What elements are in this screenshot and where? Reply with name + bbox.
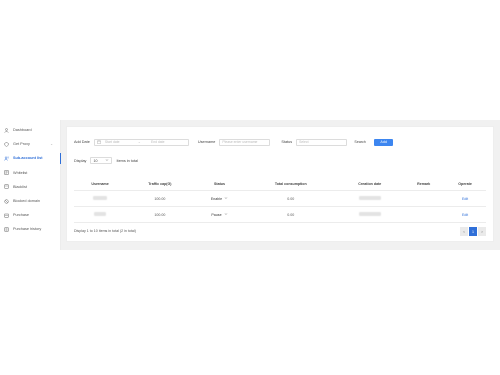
filter-bar: Add Date Start date → End date Username …	[74, 137, 394, 147]
remark-cell	[403, 190, 445, 207]
sub-account-table: Username Traffic cap(G) Status Total con…	[74, 178, 486, 223]
sidebar-item-label: Whitelist	[13, 170, 28, 175]
cart-icon	[4, 213, 9, 218]
total-consumption-cell: 0.00	[245, 190, 337, 207]
sidebar-item-label: Sub-account list	[13, 156, 43, 161]
chevron-down-icon	[224, 196, 228, 201]
status-select[interactable]: Select	[296, 138, 348, 146]
sidebar-item-whitelist[interactable]: Whitelist	[0, 166, 60, 180]
calendar-icon	[97, 139, 105, 145]
status-dropdown[interactable]: Pause	[211, 212, 227, 217]
page-button-1[interactable]: 1	[469, 227, 477, 236]
username-placeholder: Please enter username	[222, 140, 258, 144]
history-icon	[4, 227, 9, 232]
user-icon	[4, 127, 9, 133]
end-date-input[interactable]: End date	[151, 140, 165, 144]
sidebar-item-label: Get Proxy	[13, 142, 30, 147]
sidebar-item-purchase[interactable]: Purchase	[0, 208, 60, 222]
status-placeholder: Select	[299, 140, 309, 144]
chevron-down-icon	[105, 158, 109, 163]
redacted-date	[358, 196, 381, 200]
sidebar-item-label: Purchase history	[13, 227, 42, 232]
col-status: Status	[193, 178, 246, 191]
items-total-label: Items in total	[116, 158, 138, 163]
chevron-down-icon	[224, 212, 228, 217]
users-icon	[4, 156, 9, 161]
traffic-cap-cell: 100.00	[126, 190, 194, 207]
sidebar-item-label: Dashboard	[13, 128, 32, 133]
col-total-consumption: Total consumption	[245, 178, 337, 191]
status-value: Enable	[210, 196, 223, 201]
col-username: Username	[74, 178, 127, 191]
creation-date-cell	[336, 190, 404, 207]
content-panel: Add Date Start date → End date Username …	[66, 126, 494, 242]
display-label: Display	[74, 158, 87, 163]
page-size-row: Display 10 Items in total	[74, 157, 138, 164]
search-button[interactable]: Search	[351, 138, 369, 147]
username-label: Username	[197, 140, 216, 144]
pagination: < 1 >	[460, 227, 486, 236]
sidebar-item-purchase-history[interactable]: Purchase history	[0, 222, 60, 236]
sidebar-item-label: Blocked domain	[13, 199, 41, 204]
date-range-picker[interactable]: Start date → End date	[93, 138, 189, 146]
traffic-cap-cell: 100.00	[126, 206, 194, 223]
status-cell[interactable]: Enable	[193, 190, 246, 207]
sidebar-item-label: Blacklist	[13, 184, 27, 189]
col-operate: Operate	[444, 178, 486, 191]
list-icon	[4, 170, 9, 175]
status-value: Pause	[211, 212, 222, 217]
page-size-value: 10	[93, 158, 98, 163]
status-dropdown[interactable]: Enable	[211, 196, 228, 201]
pagination-info: Display 1 to 10 items in total (2 in tot…	[74, 229, 136, 233]
sidebar-item-get-proxy[interactable]: Get Proxy ⌄	[0, 137, 60, 151]
main-content: Add Date Start date → End date Username …	[61, 120, 500, 250]
add-button[interactable]: Add	[374, 138, 394, 146]
creation-date-cell	[336, 206, 404, 223]
redacted-date	[358, 212, 381, 216]
next-page-button[interactable]: >	[478, 227, 486, 236]
col-remark: Remark	[403, 178, 445, 191]
sidebar-item-label: Purchase	[13, 213, 30, 218]
status-cell[interactable]: Pause	[193, 206, 246, 223]
date-separator: →	[137, 140, 141, 144]
total-consumption-cell: 0.00	[245, 206, 337, 223]
username-input[interactable]: Please enter username	[219, 138, 271, 146]
chevron-down-icon: ⌄	[50, 142, 53, 147]
sidebar-item-dashboard[interactable]: Dashboard	[0, 123, 60, 137]
remark-cell	[403, 206, 445, 223]
ban-icon	[4, 198, 9, 204]
operate-cell: Edit	[444, 206, 486, 223]
status-label: Status	[281, 140, 293, 144]
col-traffic-cap: Traffic cap(G)	[126, 178, 194, 191]
redacted-username	[93, 196, 108, 200]
block-icon	[4, 184, 9, 189]
sidebar: Dashboard Get Proxy ⌄ Sub-account list W…	[0, 120, 61, 250]
edit-link[interactable]: Edit	[462, 213, 468, 217]
username-cell	[74, 206, 127, 223]
page-size-select[interactable]: 10	[90, 157, 113, 164]
edit-link[interactable]: Edit	[462, 197, 468, 201]
sidebar-item-blocked-domain[interactable]: Blocked domain	[0, 194, 60, 208]
table-row: 100.00 Pause 0.00 Edit	[74, 206, 486, 223]
col-creation-date: Creation date	[336, 178, 404, 191]
table-row: 100.00 Enable 0.00 Edit	[74, 190, 486, 207]
add-date-label: Add Date	[74, 140, 90, 144]
sidebar-item-blacklist[interactable]: Blacklist	[0, 180, 60, 194]
table-header-row: Username Traffic cap(G) Status Total con…	[74, 178, 486, 191]
operate-cell: Edit	[444, 190, 486, 207]
redacted-username	[94, 212, 107, 216]
username-cell	[74, 190, 127, 207]
shield-icon	[4, 142, 9, 147]
sidebar-item-sub-account-list[interactable]: Sub-account list	[0, 151, 61, 165]
prev-page-button[interactable]: <	[460, 227, 468, 236]
start-date-input[interactable]: Start date	[105, 140, 120, 144]
